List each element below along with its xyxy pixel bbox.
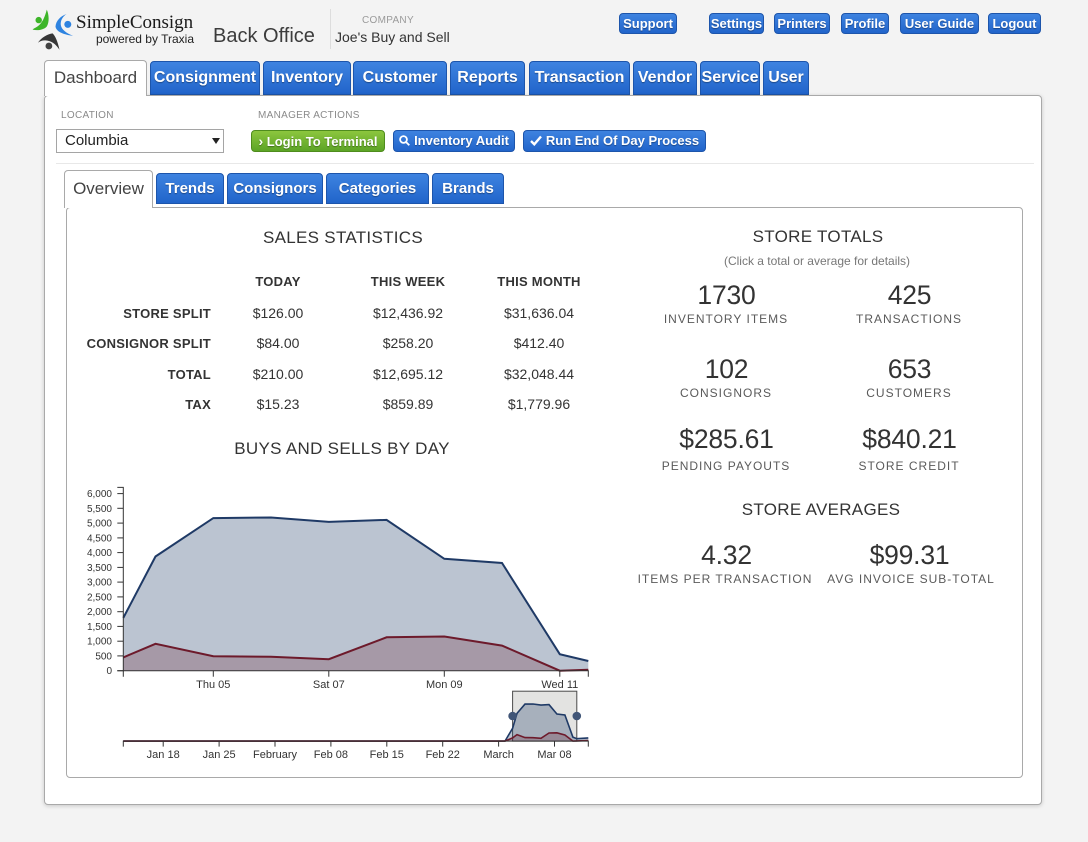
svg-text:3,500: 3,500 <box>87 563 112 574</box>
svg-text:5,000: 5,000 <box>87 519 112 530</box>
svg-text:Thu 05: Thu 05 <box>196 679 230 691</box>
svg-text:500: 500 <box>95 651 112 662</box>
svg-text:0: 0 <box>106 666 112 677</box>
svg-text:1,000: 1,000 <box>87 637 112 648</box>
svg-text:6,000: 6,000 <box>87 489 112 500</box>
svg-text:2,000: 2,000 <box>87 607 112 618</box>
svg-text:March: March <box>483 749 514 761</box>
svg-text:February: February <box>253 749 298 761</box>
svg-text:Jan 25: Jan 25 <box>203 749 236 761</box>
svg-text:Feb 08: Feb 08 <box>314 749 348 761</box>
svg-text:5,500: 5,500 <box>87 504 112 515</box>
svg-text:1,500: 1,500 <box>87 622 112 633</box>
svg-text:Feb 22: Feb 22 <box>426 749 460 761</box>
svg-text:Wed 11: Wed 11 <box>541 679 578 691</box>
svg-text:Mon 09: Mon 09 <box>426 679 463 691</box>
svg-text:4,500: 4,500 <box>87 533 112 544</box>
svg-text:Feb 15: Feb 15 <box>370 749 404 761</box>
svg-text:2,500: 2,500 <box>87 592 112 603</box>
svg-text:Mar 08: Mar 08 <box>537 749 571 761</box>
svg-text:Jan 18: Jan 18 <box>147 749 180 761</box>
svg-text:Sat 07: Sat 07 <box>313 679 345 691</box>
svg-text:3,000: 3,000 <box>87 578 112 589</box>
svg-text:4,000: 4,000 <box>87 548 112 559</box>
